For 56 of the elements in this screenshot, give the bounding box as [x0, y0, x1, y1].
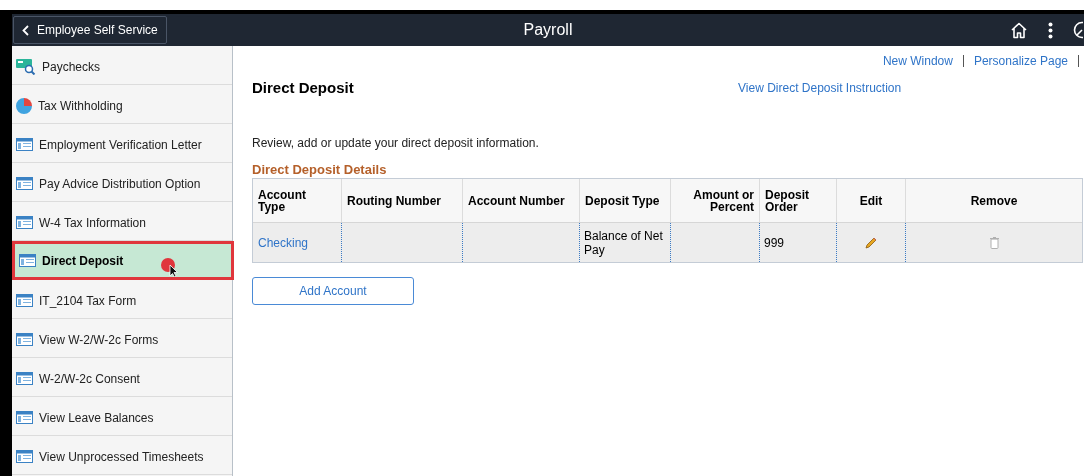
section-title: Direct Deposit Details: [252, 162, 388, 178]
chevron-left-icon: [22, 24, 29, 36]
paycheck-search-icon: [16, 58, 36, 75]
sidebar-item[interactable]: Paychecks: [12, 46, 232, 85]
column-header: Routing Number: [342, 179, 463, 222]
sidebar-item-label: Tax Withholding: [38, 97, 123, 115]
sidebar-item-label: W-4 Tax Information: [39, 214, 146, 232]
page-icon: [16, 138, 33, 151]
sidebar-item-label: IT_2104 Tax Form: [39, 292, 137, 310]
page-icon: [16, 216, 33, 229]
sidebar-item-label: Employment Verification Letter: [39, 136, 202, 154]
page-icon: [19, 254, 36, 267]
column-header: Account Type: [253, 179, 342, 222]
page-icon: [16, 177, 33, 190]
instruction-link[interactable]: View Direct Deposit Instruction: [738, 79, 902, 97]
column-header: Account Number: [463, 179, 580, 222]
page-icon: [16, 411, 33, 424]
page-link[interactable]: New Window: [882, 51, 953, 70]
column-header: Deposit Type: [580, 179, 671, 222]
page-title: Direct Deposit: [252, 77, 355, 98]
intro-text: Review, add or update your direct deposit information.: [252, 135, 540, 152]
sidebar-item-label: Direct Deposit: [42, 252, 124, 270]
page-icon: [16, 294, 33, 307]
column-header: Remove: [969, 192, 1019, 210]
page-header-title: Payroll: [523, 20, 573, 40]
column-header: Amount or Percent: [671, 179, 760, 222]
column-header: Edit: [837, 179, 906, 222]
add-account-button[interactable]: Add Account: [252, 277, 414, 305]
sidebar-item[interactable]: W-2/W-2c Consent: [12, 358, 232, 397]
sidebar-item-label: View Unprocessed Timesheets: [39, 448, 204, 466]
page-icon: [16, 372, 33, 385]
pencil-icon[interactable]: [865, 236, 877, 249]
sidebar-item[interactable]: IT_2104 Tax Form: [12, 280, 232, 319]
back-button[interactable]: Employee Self Service: [13, 16, 167, 44]
page-icon: [16, 333, 33, 346]
sidebar-item-label: View Leave Balances: [39, 409, 154, 427]
page-link[interactable]: Personalize Page: [973, 51, 1068, 70]
sidebar-item[interactable]: Pay Advice Distribution Option: [12, 163, 232, 202]
table-cell: Balance of Net Pay: [580, 223, 671, 262]
pie-chart-icon: [16, 97, 32, 114]
sidebar-item-label: View W-2/W-2c Forms: [39, 331, 159, 349]
column-header: Deposit Order: [760, 179, 837, 222]
home-icon[interactable]: [1010, 21, 1028, 39]
sidebar-item-label: Pay Advice Distribution Option: [39, 175, 201, 193]
table-cell[interactable]: Checking: [253, 223, 342, 262]
table-cell: 999: [760, 223, 837, 262]
sidebar-item[interactable]: View Leave Balances: [12, 397, 232, 436]
sidebar-item[interactable]: View Unprocessed Timesheets: [12, 436, 232, 475]
sidebar-item-label: W-2/W-2c Consent: [39, 370, 140, 388]
sidebar-item[interactable]: Direct Deposit: [12, 241, 234, 280]
sidebar-item-label: Paychecks: [42, 58, 101, 76]
more-options-icon[interactable]: [1048, 21, 1053, 39]
sidebar-item[interactable]: View W-2/W-2c Forms: [12, 319, 232, 358]
sidebar-item[interactable]: Tax Withholding: [12, 85, 232, 124]
sidebar-item[interactable]: Employment Verification Letter: [12, 124, 232, 163]
page-icon: [16, 450, 33, 463]
